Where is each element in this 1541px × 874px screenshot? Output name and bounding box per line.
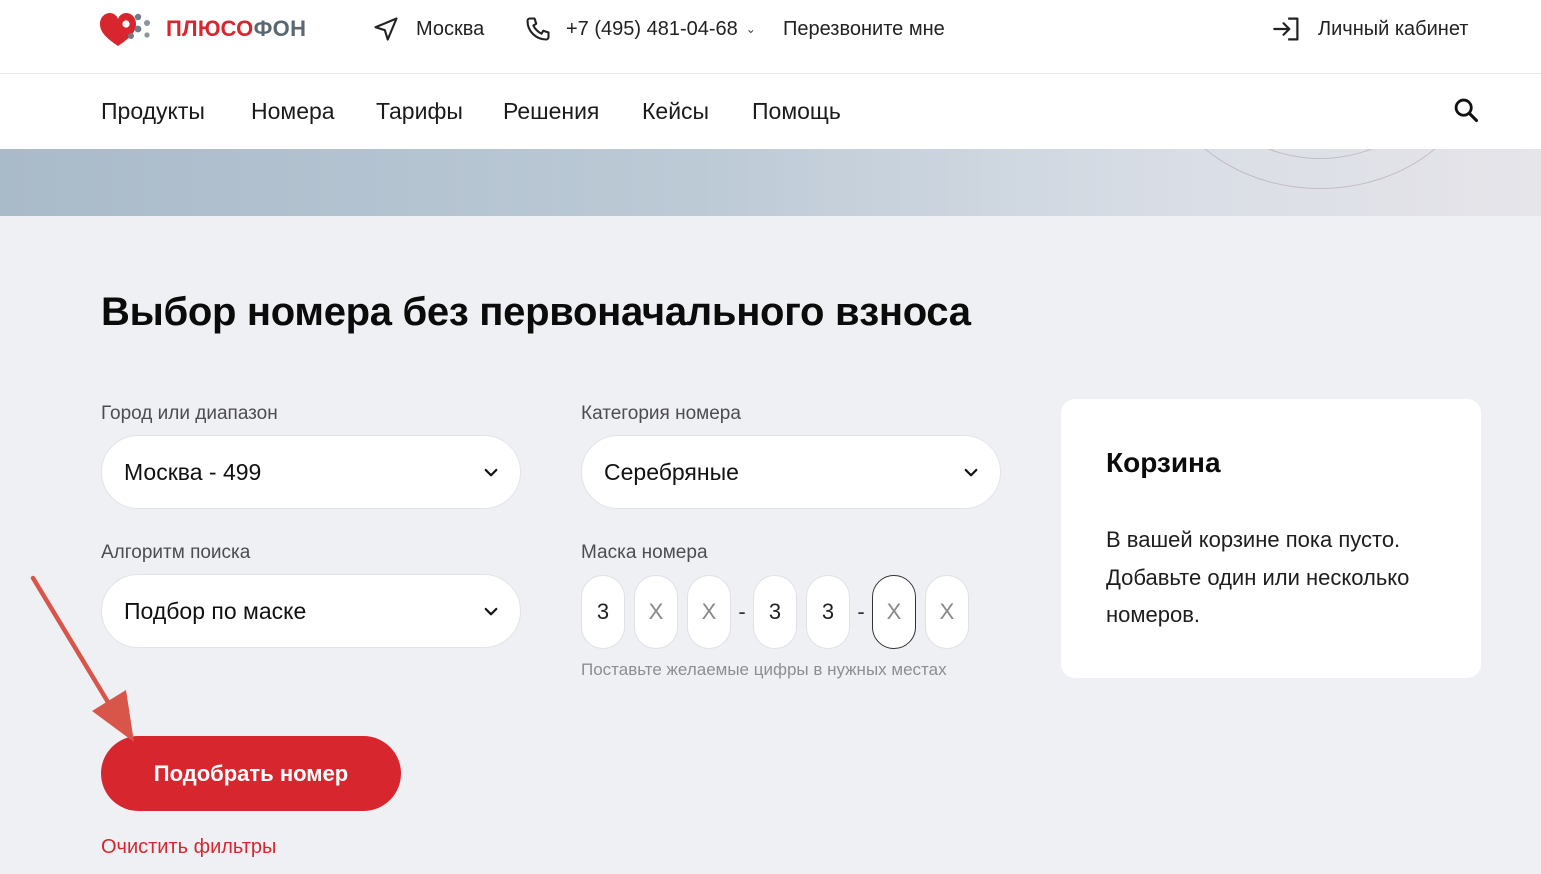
phone-number: +7 (495) 481-04-68: [566, 17, 738, 40]
logo-text-part2: ФОН: [253, 16, 307, 41]
account-link[interactable]: Личный кабинет: [1272, 14, 1468, 44]
search-icon[interactable]: [1452, 96, 1480, 124]
logo-text-part1: ПЛЮСО: [166, 16, 254, 41]
category-select-value: Серебряные: [604, 458, 739, 485]
logo[interactable]: ПЛЮСОФОН: [100, 8, 306, 50]
top-bar: ПЛЮСОФОН Москва +7 (495) 481-04-68 ⌄ Пер…: [0, 0, 1541, 74]
logo-icon: [100, 13, 150, 46]
nav-item-numbers[interactable]: Номера: [251, 98, 335, 125]
city-select[interactable]: Москва - 499: [101, 435, 521, 509]
city-selector[interactable]: Москва: [372, 14, 484, 44]
mask-filter-label: Маска номера: [581, 542, 708, 563]
page-title: Выбор номера без первоначального взноса: [101, 290, 971, 334]
city-filter-label: Город или диапазон: [101, 403, 278, 424]
cart-title: Корзина: [1106, 447, 1221, 478]
clear-filters-link[interactable]: Очистить фильтры: [101, 836, 276, 859]
nav-item-solutions[interactable]: Решения: [503, 98, 599, 125]
nav-item-help[interactable]: Помощь: [752, 98, 841, 125]
mask-digit-input[interactable]: 3: [806, 574, 850, 649]
banner-decoration: [1160, 149, 1480, 189]
cart-empty-text: В вашей корзине пока пусто. Добавьте оди…: [1106, 527, 1410, 627]
mask-digit-input[interactable]: X: [925, 574, 969, 649]
city-select-value: Москва - 499: [124, 458, 262, 485]
category-select[interactable]: Серебряные: [581, 435, 1001, 509]
phone-selector[interactable]: +7 (495) 481-04-68 ⌄: [524, 14, 756, 44]
chevron-down-icon: [484, 468, 498, 477]
algorithm-select[interactable]: Подбор по маске: [101, 574, 521, 648]
mask-hint: Поставьте желаемые цифры в нужных местах: [581, 660, 947, 679]
chevron-down-icon: [964, 468, 978, 477]
mask-digit-input[interactable]: 3: [581, 574, 625, 649]
nav-item-products[interactable]: Продукты: [101, 98, 205, 125]
category-filter-label: Категория номера: [581, 403, 741, 424]
mask-digit-input-focused[interactable]: X: [872, 574, 916, 649]
account-label: Личный кабинет: [1318, 17, 1469, 40]
find-number-button[interactable]: Подобрать номер: [101, 736, 401, 811]
mask-separator: -: [857, 598, 865, 624]
algorithm-select-value: Подбор по маске: [124, 597, 307, 624]
mask-digit-input[interactable]: X: [687, 574, 731, 649]
mask-separator: -: [738, 598, 746, 624]
location-arrow-icon: [374, 17, 398, 41]
algorithm-filter-label: Алгоритм поиска: [101, 542, 251, 563]
cart-panel: Корзина В вашей корзине пока пусто. Доба…: [1061, 399, 1481, 678]
nav-item-tariffs[interactable]: Тарифы: [376, 98, 463, 125]
phone-icon: [526, 17, 550, 41]
number-mask: 3 X X - 3 3 - X X: [581, 574, 969, 649]
mask-digit-input[interactable]: 3: [753, 574, 797, 649]
logo-text: ПЛЮСОФОН: [166, 16, 306, 42]
main-nav: Продукты Номера Тарифы Решения Кейсы Пом…: [0, 74, 1541, 149]
login-icon: [1273, 17, 1299, 41]
nav-item-cases[interactable]: Кейсы: [642, 98, 709, 125]
city-name: Москва: [416, 17, 485, 40]
callback-link[interactable]: Перезвоните мне: [783, 14, 945, 44]
chevron-down-icon: ⌄: [745, 22, 756, 36]
chevron-down-icon: [484, 607, 498, 616]
mask-digit-input[interactable]: X: [634, 574, 678, 649]
hero-banner: [0, 149, 1541, 216]
